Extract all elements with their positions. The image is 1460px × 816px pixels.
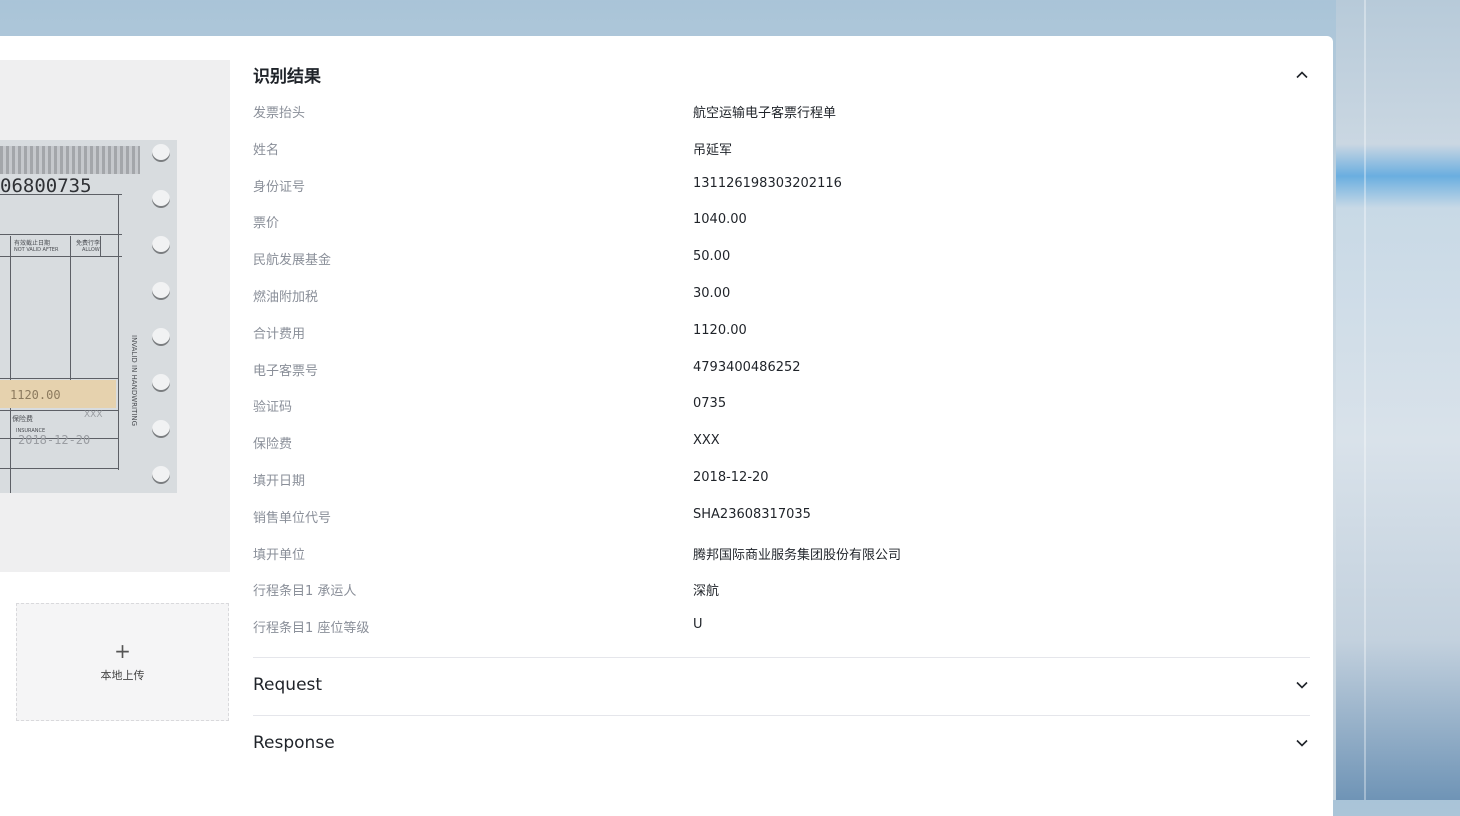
field-label: 填开日期 (253, 474, 306, 489)
result-row: 票价 1040.00 (253, 212, 1310, 232)
result-row: 姓名 吊延军 (253, 139, 1310, 159)
field-value: 1040.00 (693, 212, 747, 228)
result-row: 燃油附加税 30.00 (253, 286, 1310, 306)
ticket-side-text: INVALID IN HANDWRITING (130, 335, 138, 427)
chevron-down-icon[interactable] (1294, 735, 1310, 751)
redacted-bar (0, 146, 140, 174)
result-row: 身份证号 131126198303202116 (253, 176, 1310, 196)
field-label: 姓名 (253, 142, 280, 158)
divider (253, 715, 1310, 716)
response-title: Response (253, 733, 335, 753)
response-header[interactable]: Response (253, 733, 1310, 753)
field-label: 身份证号 (253, 179, 306, 195)
chevron-down-icon[interactable] (1294, 677, 1310, 693)
ticket-image: 06800735 有效截止日期 NOT VALID AFTER 免费行李 ALL… (0, 140, 177, 493)
result-row: 发票抬头 航空运输电子客票行程单 (253, 102, 1310, 122)
field-value: XXX (693, 433, 720, 449)
field-value: 2018-12-20 (693, 470, 769, 485)
field-label: 民航发展基金 (253, 253, 332, 269)
field-label: 保险费 (253, 437, 293, 453)
result-row: 行程条目1 座位等级 U (253, 617, 1310, 637)
results-title: 识别结果 (253, 67, 321, 87)
field-label: 行程条目1 座位等级 (253, 621, 370, 637)
background-sky (1336, 0, 1460, 800)
field-label: 票价 (253, 216, 280, 232)
field-value: U (693, 617, 703, 633)
field-label: 验证码 (253, 400, 293, 416)
field-value: 1120.00 (693, 322, 747, 338)
image-preview: 06800735 有效截止日期 NOT VALID AFTER 免费行李 ALL… (0, 60, 230, 572)
field-value: 腾邦国际商业服务集团股份有限公司 (693, 547, 902, 563)
results-header[interactable]: 识别结果 (253, 62, 1310, 87)
ticket-perforation (150, 144, 174, 490)
ticket-insurance-value: XXX (84, 410, 103, 420)
result-row: 保险费 XXX (253, 433, 1310, 453)
field-label: 合计费用 (253, 326, 306, 342)
field-value: 深航 (693, 584, 720, 600)
field-value: 航空运输电子客票行程单 (693, 106, 837, 121)
ticket-allow-label-en: ALLOW (82, 247, 100, 253)
result-row: 合计费用 1120.00 (253, 323, 1310, 343)
field-label: 行程条目1 承运人 (253, 584, 357, 600)
ticket-insurance-label: 保险费 (12, 415, 33, 423)
request-header[interactable]: Request (253, 675, 1310, 695)
result-row: 民航发展基金 50.00 (253, 249, 1310, 269)
field-value: 4793400486252 (693, 359, 801, 375)
field-value: 30.00 (693, 286, 731, 301)
field-label: 电子客票号 (253, 363, 319, 379)
field-value: 吊延军 (693, 142, 733, 158)
field-value: 50.00 (693, 249, 731, 265)
field-value: 0735 (693, 396, 727, 412)
field-value: SHA23608317035 (693, 506, 811, 522)
ticket-allow-label: 免费行李 (76, 240, 101, 247)
ticket-date: 2018-12-20 (18, 433, 91, 447)
request-title: Request (253, 675, 323, 695)
ticket-valid-label: 有效截止日期 (14, 240, 51, 247)
upload-label: 本地上传 (100, 669, 145, 682)
field-label: 填开单位 (253, 547, 306, 563)
ticket-fee: 1120.00 (10, 388, 61, 402)
background-edge (1364, 0, 1366, 800)
result-row: 填开单位 腾邦国际商业服务集团股份有限公司 (253, 544, 1310, 564)
plus-icon: + (114, 639, 131, 663)
chevron-up-icon[interactable] (1294, 67, 1310, 83)
local-upload-button[interactable]: + 本地上传 (16, 603, 229, 721)
field-label: 销售单位代号 (253, 510, 332, 526)
result-row: 填开日期 2018-12-20 (253, 470, 1310, 490)
divider (253, 657, 1310, 658)
result-row: 验证码 0735 (253, 396, 1310, 416)
result-row: 销售单位代号 SHA23608317035 (253, 507, 1310, 527)
main-card: 06800735 有效截止日期 NOT VALID AFTER 免费行李 ALL… (0, 36, 1333, 816)
field-value: 131126198303202116 (693, 175, 842, 191)
field-label: 发票抬头 (253, 106, 306, 121)
result-row: 行程条目1 承运人 深航 (253, 580, 1310, 600)
ticket-valid-label-en: NOT VALID AFTER (14, 247, 59, 253)
result-row: 电子客票号 4793400486252 (253, 360, 1310, 380)
field-label: 燃油附加税 (253, 290, 319, 305)
